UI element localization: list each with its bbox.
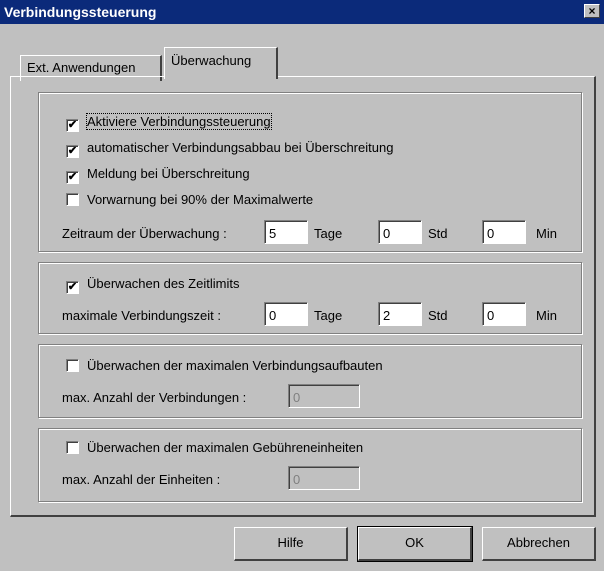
window-title: Verbindungssteuerung [4, 4, 157, 20]
cancel-button[interactable]: Abbrechen [482, 527, 596, 561]
help-button[interactable]: Hilfe [234, 527, 348, 561]
close-icon: × [588, 4, 596, 18]
button-label: OK [405, 535, 424, 550]
button-label: Abbrechen [507, 535, 570, 550]
button-label: Hilfe [277, 535, 304, 550]
tab-ueberwachung[interactable]: Überwachung [164, 47, 278, 79]
title-bar: Verbindungssteuerung × [0, 0, 604, 24]
close-button[interactable]: × [584, 4, 600, 18]
tab-label: Überwachung [171, 53, 252, 68]
tab-panel [10, 76, 596, 517]
tab-label: Ext. Anwendungen [27, 60, 136, 75]
ok-button[interactable]: OK [357, 526, 473, 562]
